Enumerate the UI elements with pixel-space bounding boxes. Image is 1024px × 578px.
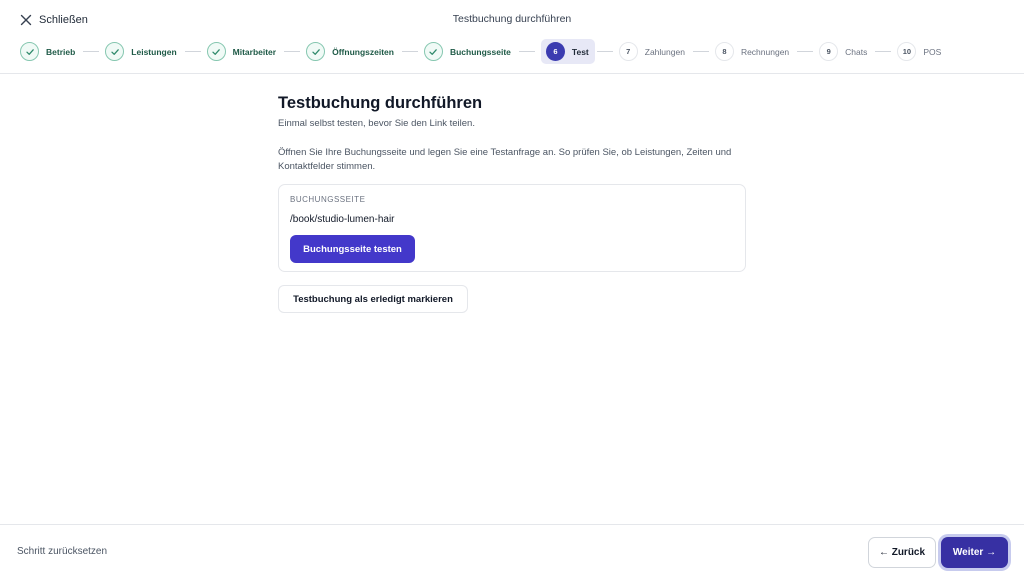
step-label: Betrieb [46, 46, 76, 57]
step-label: Rechnungen [740, 46, 790, 57]
booking-page-url: /book/studio-lumen-hair [290, 214, 395, 225]
step-label: Test [571, 46, 589, 57]
check-icon [423, 42, 443, 61]
step-rechnungen[interactable]: 8 Rechnungen [714, 39, 795, 64]
step-betrieb[interactable]: Betrieb [20, 39, 81, 64]
back-button[interactable]: ← Zurück [868, 537, 936, 568]
step-test[interactable]: 6 Test [540, 39, 595, 64]
booking-page-card: BUCHUNGSSEITE /book/studio-lumen-hair Bu… [278, 184, 746, 272]
page-description: Öffnen Sie Ihre Buchungsseite und legen … [278, 147, 732, 172]
step-label: Chats [845, 46, 868, 57]
header-title: Testbuchung durchführen [452, 13, 572, 25]
wizard-footer: Schritt zurücksetzen ← Zurück Weiter → [0, 524, 1024, 578]
page-title: Testbuchung durchführen [278, 94, 483, 112]
step-buchungsseite[interactable]: Buchungsseite [423, 39, 517, 64]
step-number: 7 [618, 42, 638, 61]
step-number: 8 [714, 42, 734, 61]
step-leistungen[interactable]: Leistungen [105, 39, 182, 64]
step-connector [284, 51, 301, 52]
booking-page-label: BUCHUNGSSEITE [290, 195, 366, 204]
step-label: Öffnungszeiten [332, 46, 394, 57]
step-connector [875, 51, 892, 52]
step-mitarbeiter[interactable]: Mitarbeiter [206, 39, 282, 64]
step-connector [692, 51, 709, 52]
step-pos[interactable]: 10 POS [897, 39, 947, 64]
step-zahlungen[interactable]: 7 Zahlungen [618, 39, 691, 64]
step-label: Buchungsseite [449, 46, 511, 57]
wizard-header: Schließen Testbuchung durchführen Betrie… [0, 0, 1024, 74]
next-button[interactable]: Weiter → [941, 537, 1008, 568]
step-connector [401, 51, 418, 52]
check-icon [105, 42, 125, 61]
step-label: Zahlungen [644, 46, 685, 57]
step-connector [596, 51, 613, 52]
step-label: Mitarbeiter [232, 46, 277, 57]
step-label: POS [923, 46, 942, 57]
step-connector [797, 51, 814, 52]
check-icon [306, 42, 326, 61]
step-connector [184, 51, 201, 52]
test-booking-page-button[interactable]: Buchungsseite testen [290, 235, 415, 263]
step-connector [518, 51, 535, 52]
step-number: 6 [545, 42, 565, 61]
check-icon [206, 42, 226, 61]
step-number: 10 [897, 42, 917, 61]
check-icon [20, 42, 39, 61]
step-chats[interactable]: 9 Chats [819, 39, 873, 64]
step-connector [83, 51, 100, 52]
step-number: 9 [819, 42, 839, 61]
reset-step-link[interactable]: Schritt zurücksetzen [17, 546, 107, 557]
wizard-stepper: Betrieb Leistungen Mitarbeiter Öffnungszeit… [20, 39, 947, 64]
step-öffnungszeiten[interactable]: Öffnungszeiten [306, 39, 400, 64]
mark-test-done-button[interactable]: Testbuchung als erledigt markieren [278, 285, 468, 313]
step-label: Leistungen [131, 46, 177, 57]
main-content: Testbuchung durchführen Einmal selbst te… [278, 94, 746, 313]
page-subtitle: Einmal selbst testen, bevor Sie den Link… [278, 118, 475, 129]
